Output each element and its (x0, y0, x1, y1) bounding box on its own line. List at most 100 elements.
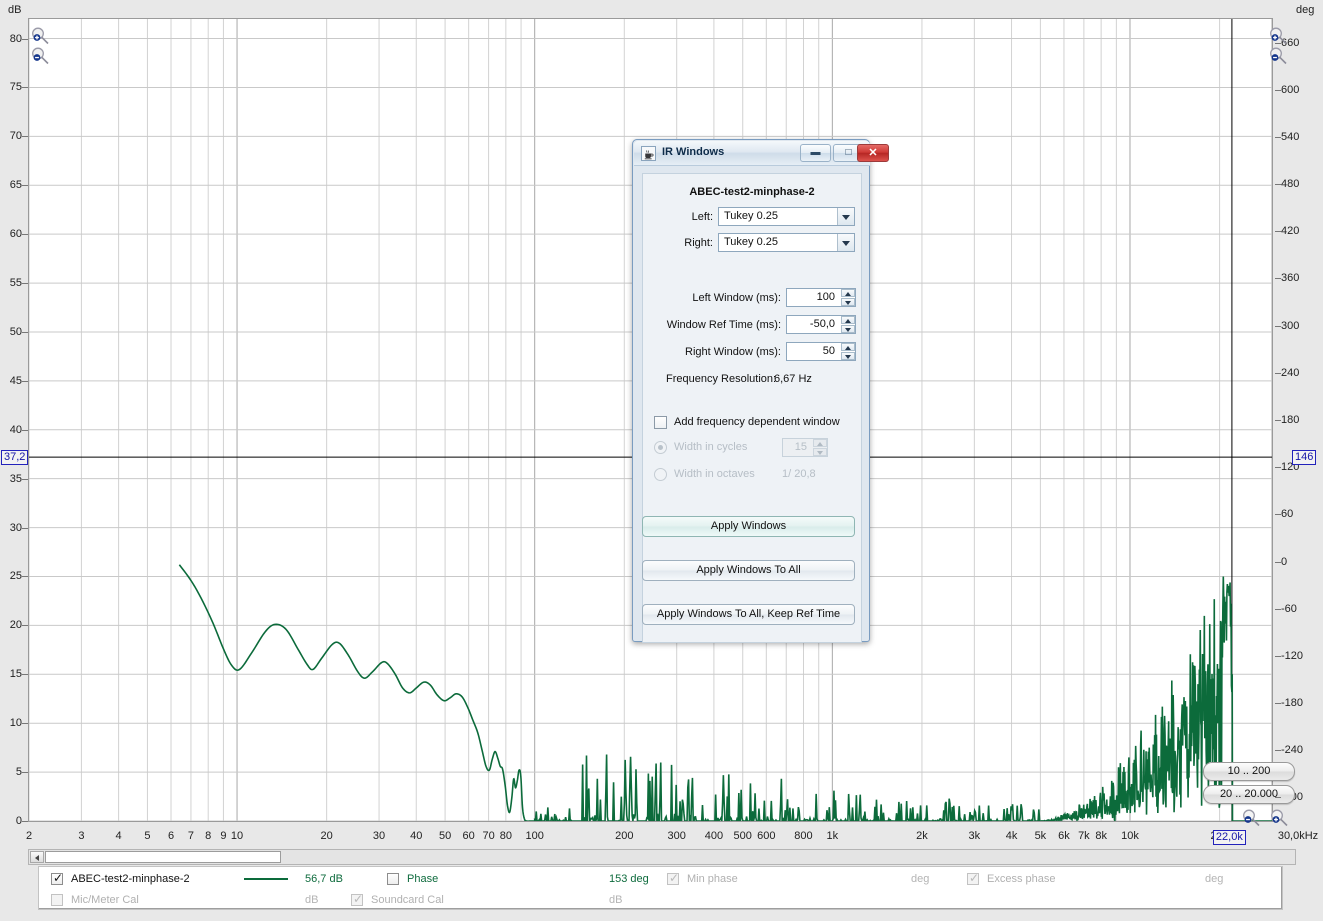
legend-label-excess-phase: Excess phase (987, 873, 1056, 885)
spinner-down-icon[interactable] (813, 448, 827, 456)
legend-checkbox-min-phase[interactable]: ✓ (667, 872, 679, 885)
legend-checkbox-soundcard-cal[interactable]: ✓ (351, 893, 363, 906)
y-left-tickmark (22, 331, 28, 333)
right-window-type-label: Right: (684, 237, 713, 249)
spinner-up-icon[interactable] (841, 316, 855, 324)
zoom-out-icon-top-left[interactable] (30, 46, 50, 66)
zoom-in-icon-top-left[interactable] (30, 26, 50, 46)
legend-row: Mic/Meter Cal dB ✓ Soundcard Cal dB (39, 889, 1282, 911)
legend-checkbox-mic-cal[interactable] (51, 894, 63, 906)
range-button-10-200[interactable]: 10 .. 200 (1203, 762, 1295, 781)
y-right-tickmark (1275, 703, 1281, 705)
width-in-octaves-label: Width in octaves (674, 468, 755, 480)
y-right-tickmark (1275, 655, 1281, 657)
spl-phase-graph-window: dB deg 0 5 10 15 20 25 30 35 40 45 50 55 60 65 70 75 80 … (0, 0, 1323, 921)
x-tick: 500 (733, 830, 752, 842)
apply-windows-to-all-button[interactable]: Apply Windows To All (642, 560, 855, 581)
y-left-tick: 60 (9, 228, 22, 241)
spinner-up-icon[interactable] (841, 289, 855, 297)
add-fdw-label: Add frequency dependent window (674, 416, 840, 428)
y-left-tickmark (22, 429, 28, 431)
y-right-tick: 420 (1281, 225, 1300, 238)
width-in-octaves-radio[interactable] (654, 468, 667, 481)
x-tick: 6k (1058, 830, 1070, 842)
x-tick: 8k (1095, 830, 1107, 842)
left-cursor-readout[interactable]: 37,2 (1, 450, 29, 466)
y-right-tickmark (1275, 278, 1281, 280)
x-cursor-readout[interactable]: 22,0k (1212, 830, 1246, 845)
y-right-tickmark (1275, 42, 1281, 44)
y-left-tickmark (22, 723, 28, 725)
y-left-tick: 30 (9, 521, 22, 534)
left-window-type-label: Left: (691, 211, 713, 223)
legend-value-phase: 153 deg (609, 873, 649, 885)
horizontal-scrollbar[interactable] (28, 849, 1296, 865)
y-left-tick: 45 (9, 374, 22, 387)
y-left-tickmark (22, 283, 28, 285)
window-ref-time-spinner[interactable]: -50,0 (786, 315, 856, 334)
x-tick: 80 (499, 830, 512, 842)
add-fdw-checkbox[interactable] (654, 416, 667, 429)
y-left-tickmark (22, 772, 28, 774)
x-tick: 4k (1005, 830, 1018, 842)
y-right-tickmark (1275, 136, 1281, 138)
width-in-cycles-spinner[interactable]: 15 (782, 438, 828, 457)
x-tick: 3k (968, 830, 981, 842)
dialog-title-text: IR Windows (662, 146, 725, 158)
y-left-tickmark (22, 576, 28, 578)
left-window-spinner[interactable]: 100 (786, 288, 856, 307)
spinner-down-icon[interactable] (841, 325, 855, 333)
x-tick: 10k (1121, 830, 1139, 842)
legend-label-mic-cal: Mic/Meter Cal (71, 894, 139, 906)
ir-windows-dialog[interactable]: IR Windows ▬ □ ✕ ABEC-test2-minphase-2 L… (632, 139, 889, 643)
y-right-tick: 300 (1281, 319, 1300, 332)
y-right-tickmark (1275, 514, 1281, 516)
legend-label-min-phase: Min phase (687, 873, 738, 885)
dialog-minimize-button[interactable]: ▬ (800, 144, 831, 162)
right-window-type-combo[interactable]: Tukey 0.25 (718, 233, 855, 252)
y-left-tick: 10 (9, 717, 22, 730)
scrollbar-thumb[interactable] (45, 851, 281, 863)
range-button-20-20000[interactable]: 20 .. 20.000 (1203, 785, 1295, 804)
legend-checkbox-phase[interactable] (387, 873, 399, 885)
x-tick: 40 (410, 830, 423, 842)
dialog-close-button[interactable]: ✕ (857, 144, 889, 162)
x-tick: 9 (220, 830, 227, 842)
y-right-tickmark (1275, 561, 1281, 563)
x-tick: 2 (25, 830, 33, 842)
apply-windows-to-all-keep-ref-time-button[interactable]: Apply Windows To All, Keep Ref Time (642, 604, 855, 625)
right-cursor-readout[interactable]: 146 (1292, 450, 1317, 466)
right-window-spinner[interactable]: 50 (786, 342, 856, 361)
x-tick: 200 (615, 830, 634, 842)
y-right-tickmark (1275, 89, 1281, 91)
y-right-tick: -180 (1281, 697, 1304, 710)
right-axis-labels: -300-240-180-120-60060120180240300360420… (1275, 18, 1323, 822)
x-tick: 10 (230, 830, 244, 842)
spinner-down-icon[interactable] (841, 352, 855, 360)
y-right-tick: -120 (1281, 649, 1304, 662)
spinner-up-icon[interactable] (813, 439, 827, 447)
chevron-down-icon[interactable] (837, 234, 854, 251)
dialog-title-bar[interactable]: IR Windows ▬ □ ✕ (634, 141, 889, 166)
y-right-tickmark (1275, 467, 1281, 469)
scroll-left-arrow[interactable] (30, 851, 44, 863)
apply-windows-button[interactable]: Apply Windows (642, 516, 855, 537)
width-in-cycles-radio[interactable] (654, 441, 667, 454)
legend-checkbox-excess-phase[interactable]: ✓ (967, 872, 979, 885)
x-tick: 100 (525, 830, 544, 842)
width-in-cycles-label: Width in cycles (674, 441, 748, 453)
y-right-tickmark (1275, 608, 1281, 610)
zoom-in-icon[interactable] (1269, 808, 1289, 828)
width-in-octaves-value: 1/ 20,8 (782, 468, 816, 480)
y-left-tick: 80 (9, 32, 22, 45)
x-tick: 400 (704, 830, 724, 842)
spinner-up-icon[interactable] (841, 343, 855, 351)
legend-checkbox-measurement[interactable]: ✓ (51, 872, 63, 885)
spinner-down-icon[interactable] (841, 298, 855, 306)
zoom-out-icon[interactable] (1241, 808, 1261, 828)
left-window-type-combo[interactable]: Tukey 0.25 (718, 207, 855, 226)
y-left-tickmark (22, 38, 28, 40)
x-tick: 7k (1078, 830, 1090, 842)
chevron-down-icon[interactable] (837, 208, 854, 225)
zoom-out-icon-top-right[interactable] (1268, 46, 1288, 66)
